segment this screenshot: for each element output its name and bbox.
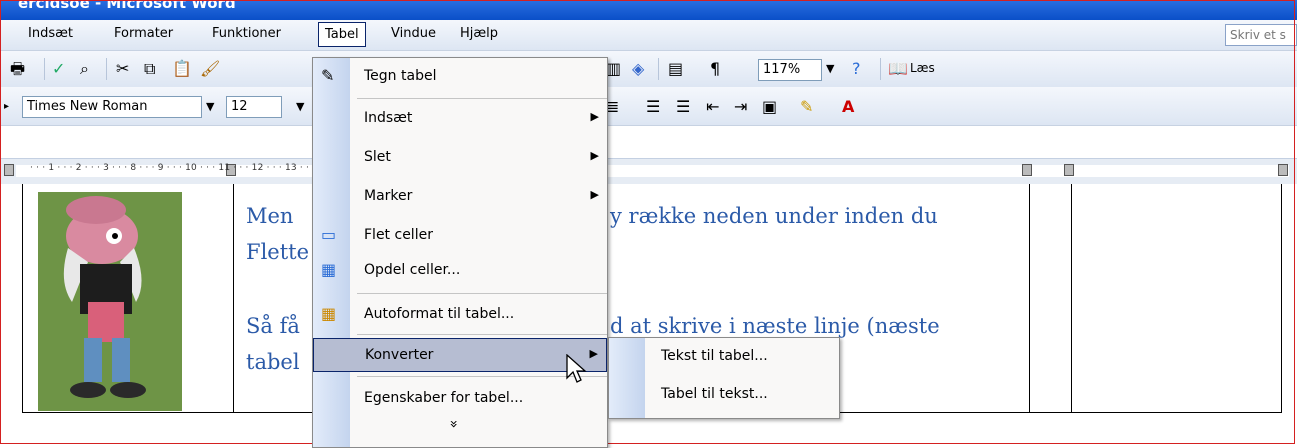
- menu-item-select[interactable]: Marker ▶: [313, 180, 607, 214]
- split-cells-icon: ▦: [321, 260, 337, 279]
- menu-item-split-cells[interactable]: ▦ Opdel celler...: [313, 254, 607, 288]
- merge-cells-icon: ▭: [321, 225, 337, 244]
- menu-item-draw-table[interactable]: ✎ Tegn tabel: [313, 60, 607, 94]
- convert-submenu: Tekst til tabel... Tabel til tekst...: [608, 337, 840, 419]
- expand-menu-icon[interactable]: »: [445, 420, 461, 429]
- menu-divider: [357, 334, 607, 335]
- menu-item-label: Marker: [364, 188, 413, 204]
- menu-item-label: Tegn tabel: [364, 68, 437, 84]
- menu-item-table-properties[interactable]: Egenskaber for tabel...: [313, 382, 607, 416]
- menu-divider: [357, 98, 607, 99]
- submenu-item-table-to-text[interactable]: Tabel til tekst...: [661, 386, 768, 402]
- menu-icon-strip: [609, 338, 645, 418]
- menu-item-label: Konverter: [365, 347, 434, 363]
- submenu-item-text-to-table[interactable]: Tekst til tabel...: [661, 348, 768, 364]
- menu-divider: [357, 293, 607, 294]
- table-menu-dropdown: ✎ Tegn tabel Indsæt ▶ Slet ▶ Marker ▶ ▭ …: [312, 57, 608, 448]
- menu-item-delete[interactable]: Slet ▶: [313, 141, 607, 175]
- menu-item-label: Flet celler: [364, 227, 433, 243]
- menu-item-insert[interactable]: Indsæt ▶: [313, 102, 607, 136]
- menu-item-autoformat[interactable]: ▦ Autoformat til tabel...: [313, 298, 607, 332]
- menu-item-label: Slet: [364, 149, 391, 165]
- chevron-right-icon: ▶: [590, 188, 599, 201]
- menu-item-label: Indsæt: [364, 110, 413, 126]
- pencil-icon: ✎: [321, 66, 335, 85]
- menu-item-label: Autoformat til tabel...: [364, 306, 515, 322]
- menu-item-merge-cells[interactable]: ▭ Flet celler: [313, 219, 607, 253]
- menu-item-label: Opdel celler...: [364, 262, 461, 278]
- autoformat-icon: ▦: [321, 304, 337, 323]
- chevron-right-icon: ▶: [589, 347, 598, 360]
- chevron-right-icon: ▶: [590, 110, 599, 123]
- mouse-cursor-icon: [566, 353, 588, 391]
- menu-item-convert[interactable]: Konverter ▶: [313, 338, 607, 372]
- menu-item-label: Egenskaber for tabel...: [364, 390, 524, 406]
- chevron-right-icon: ▶: [590, 149, 599, 162]
